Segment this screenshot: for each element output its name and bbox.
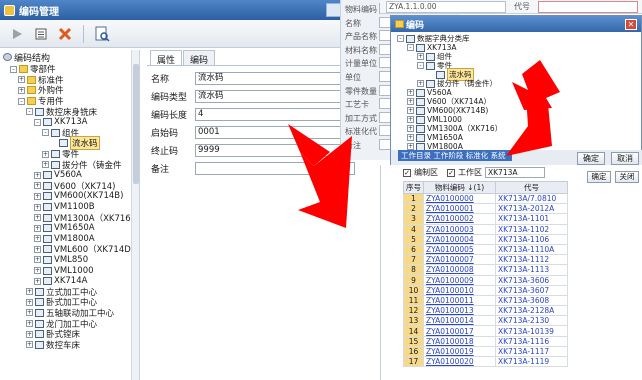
arrow-right-main — [506, 96, 552, 156]
annotation-arrows — [288, 60, 560, 228]
